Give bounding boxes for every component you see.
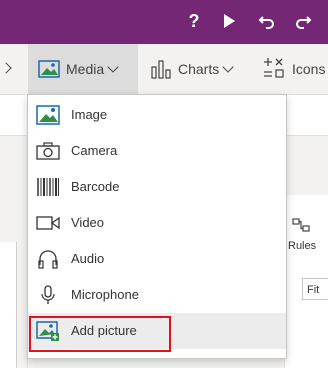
menu-item-audio[interactable]: Audio <box>28 241 286 277</box>
undo-icon[interactable] <box>256 10 278 32</box>
media-label: Media <box>66 61 105 77</box>
icons-menu-button[interactable]: Icons <box>262 44 325 94</box>
rules-label[interactable]: Rules <box>288 240 316 252</box>
chevron-left-icon[interactable] <box>0 62 12 74</box>
canvas-screen[interactable] <box>0 242 17 368</box>
fit-dropdown[interactable]: Fit <box>302 278 328 300</box>
menu-item-image[interactable]: Image <box>28 97 286 133</box>
barcode-icon <box>37 178 59 196</box>
menu-item-camera[interactable]: Camera <box>28 133 286 169</box>
icons-icon <box>264 58 284 78</box>
menu-item-label: Barcode <box>71 179 120 194</box>
add-picture-icon <box>36 321 59 341</box>
charts-label: Charts <box>178 61 220 77</box>
menu-item-label: Video <box>71 215 105 230</box>
menu-item-barcode[interactable]: Barcode <box>28 169 286 205</box>
ribbon: Media Charts Icons <box>0 44 328 95</box>
media-menu-button[interactable]: Media <box>28 44 138 94</box>
menu-item-add-picture[interactable]: Add picture <box>28 313 286 349</box>
camera-icon <box>36 142 60 160</box>
redo-icon[interactable] <box>292 10 314 32</box>
image-icon <box>36 105 60 125</box>
menu-item-label: Camera <box>71 143 118 158</box>
icons-label: Icons <box>292 61 326 77</box>
bar-chart-icon <box>151 60 171 79</box>
menu-item-label: Add picture <box>71 323 137 338</box>
media-dropdown-menu: Image Camera Barcode Video Audio Microph… <box>27 94 287 359</box>
image-icon <box>38 60 60 78</box>
rules-icon[interactable] <box>292 218 310 232</box>
menu-item-label: Microphone <box>71 287 139 302</box>
chevron-down-icon <box>107 61 119 73</box>
headphones-icon <box>38 250 58 269</box>
top-command-bar: ? <box>0 0 328 44</box>
microphone-icon <box>41 285 55 304</box>
charts-menu-button[interactable]: Charts <box>150 44 234 94</box>
menu-item-label: Image <box>71 107 108 122</box>
menu-item-label: Audio <box>71 251 105 266</box>
chevron-down-icon <box>222 61 234 73</box>
play-icon[interactable] <box>218 10 240 32</box>
menu-item-video[interactable]: Video <box>28 205 286 241</box>
menu-item-microphone[interactable]: Microphone <box>28 277 286 313</box>
video-icon <box>36 216 60 230</box>
question-icon[interactable]: ? <box>183 10 205 32</box>
